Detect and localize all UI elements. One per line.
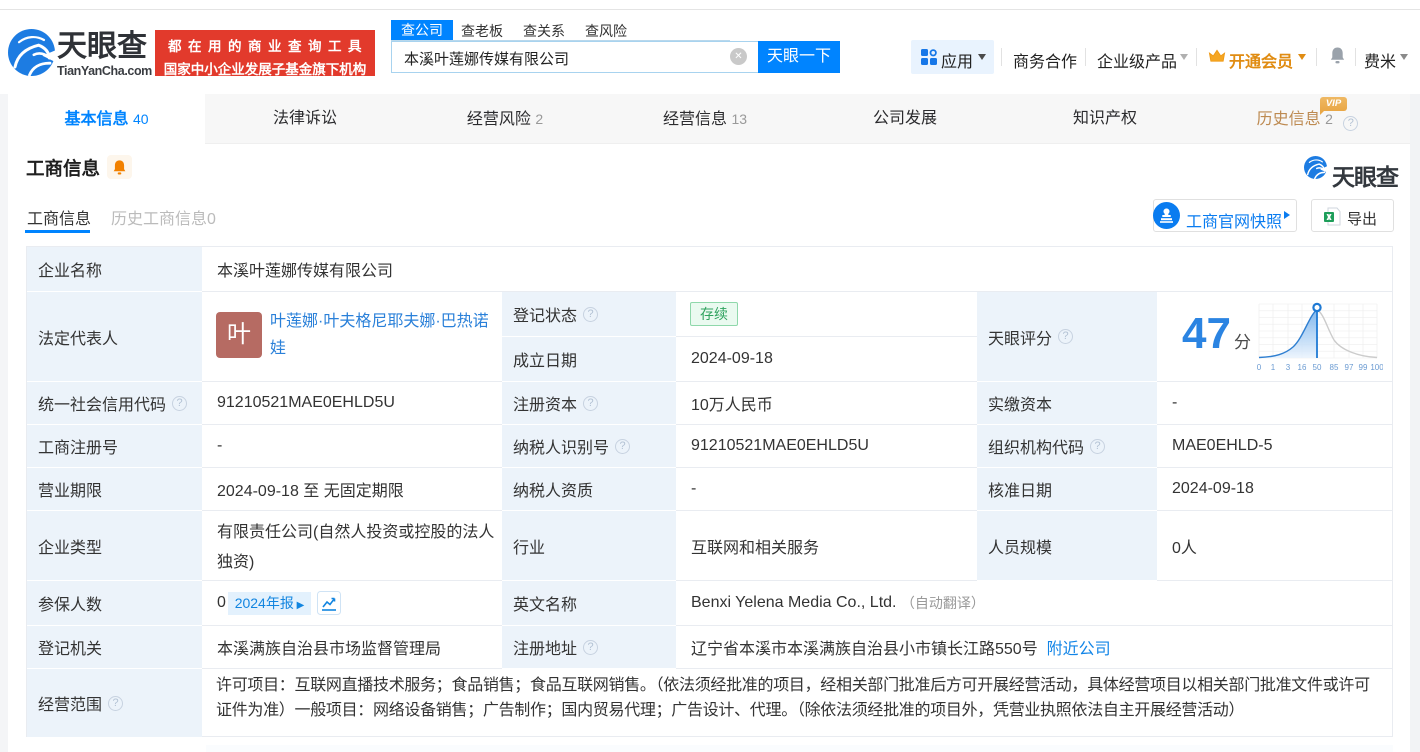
svg-text:85: 85 xyxy=(1330,363,1339,372)
svg-text:16: 16 xyxy=(1298,363,1307,372)
svg-text:97: 97 xyxy=(1345,363,1354,372)
svg-text:50: 50 xyxy=(1313,363,1322,372)
svg-text:99: 99 xyxy=(1359,363,1368,372)
svg-text:0: 0 xyxy=(1257,363,1262,372)
svg-text:1: 1 xyxy=(1271,363,1276,372)
svg-text:3: 3 xyxy=(1286,363,1291,372)
svg-text:100: 100 xyxy=(1370,363,1383,372)
